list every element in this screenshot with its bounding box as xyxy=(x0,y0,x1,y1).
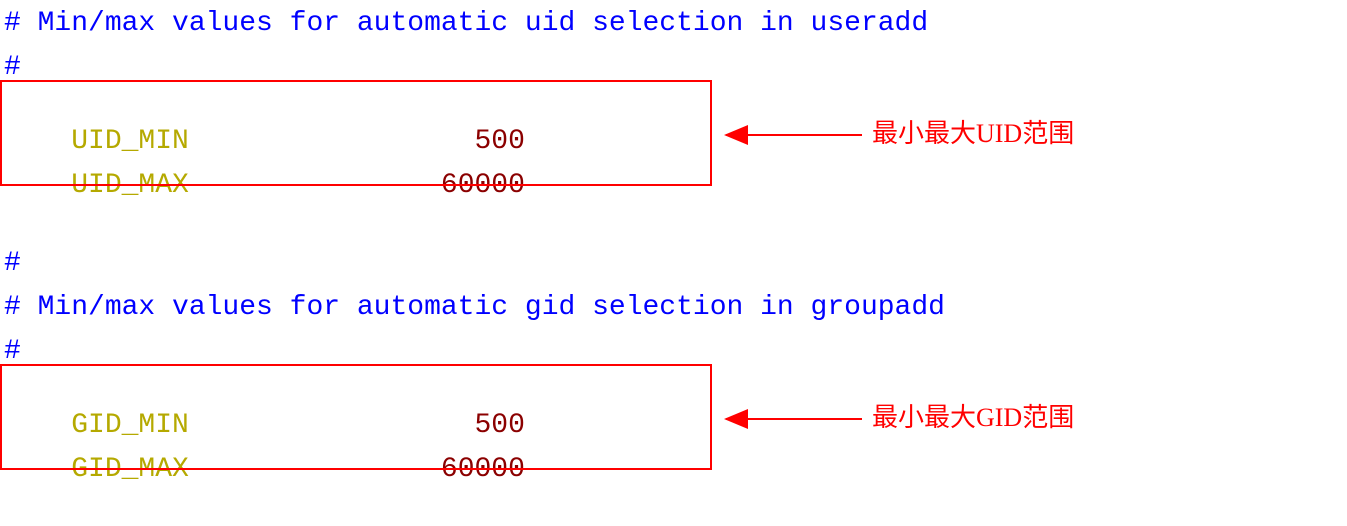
comment-gid-header: # Min/max values for automatic gid selec… xyxy=(4,294,945,322)
comment-uid-header: # Min/max values for automatic uid selec… xyxy=(4,10,928,38)
uid-range-box xyxy=(0,80,712,186)
config-snippet: # Min/max values for automatic uid selec… xyxy=(0,0,1347,526)
uid-arrow-icon xyxy=(712,115,872,155)
gid-range-annotation: 最小最大GID范围 xyxy=(872,405,1074,431)
gid-arrow-icon xyxy=(712,399,872,439)
comment-hash-3: # xyxy=(4,338,21,366)
uid-range-annotation: 最小最大UID范围 xyxy=(872,121,1074,147)
gid-range-box xyxy=(0,364,712,470)
comment-hash-2: # xyxy=(4,250,21,278)
comment-hash-1: # xyxy=(4,54,21,82)
